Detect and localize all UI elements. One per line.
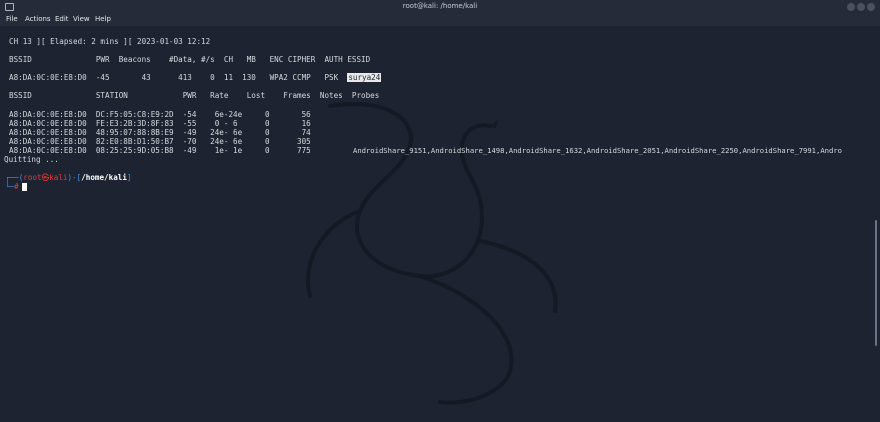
shell-prompt: ┌──(root㉿kali)-[/home/kali] — [5, 173, 132, 182]
essid-highlight: surya24 — [347, 73, 382, 82]
scrollbar-thumb[interactable] — [875, 220, 877, 346]
prompt-user: root — [23, 173, 42, 182]
terminal-area[interactable]: CH 13 ][ Elapsed: 2 mins ][ 2023-01-03 1… — [0, 26, 880, 422]
prompt-symbol: # — [14, 182, 19, 191]
menu-actions[interactable]: Actions — [25, 15, 51, 23]
menu-help[interactable]: Help — [95, 15, 111, 23]
menu-view[interactable]: View — [73, 15, 90, 23]
status-line: CH 13 ][ Elapsed: 2 mins ][ 2023-01-03 1… — [9, 37, 211, 46]
text-cursor — [22, 183, 27, 191]
minimize-button[interactable] — [847, 3, 855, 11]
menu-edit[interactable]: Edit — [55, 15, 69, 23]
prompt-path: /home/kali — [81, 173, 127, 182]
close-button[interactable] — [867, 3, 875, 11]
menu-bar: File Actions Edit View Help — [0, 13, 880, 26]
window-title: root@kali: /home/kali — [402, 2, 478, 10]
menu-file[interactable]: File — [6, 15, 18, 23]
probes-list: AndroidShare_9151,AndroidShare_1498,Andr… — [353, 146, 842, 155]
prompt-host: kali — [49, 173, 68, 182]
ap-table-row: A8:DA:0C:0E:E8:D0 -45 43 413 0 11 130 WP… — [9, 73, 382, 83]
kali-dragon-watermark-icon — [306, 102, 558, 405]
station-table-header: BSSID STATION PWR Rate Lost Frames Notes… — [9, 91, 380, 100]
maximize-button[interactable] — [857, 3, 865, 11]
title-bar: root@kali: /home/kali — [0, 0, 880, 14]
ap-table-header: BSSID PWR Beacons #Data, #/s CH MB ENC C… — [9, 55, 371, 64]
terminal-window: root@kali: /home/kali File Actions Edit … — [0, 0, 880, 422]
quitting-message: Quitting ... — [4, 155, 59, 164]
ap-row-data: A8:DA:0C:0E:E8:D0 -45 43 413 0 11 130 WP… — [9, 73, 348, 82]
shell-prompt-second-line: └─# — [5, 182, 19, 191]
